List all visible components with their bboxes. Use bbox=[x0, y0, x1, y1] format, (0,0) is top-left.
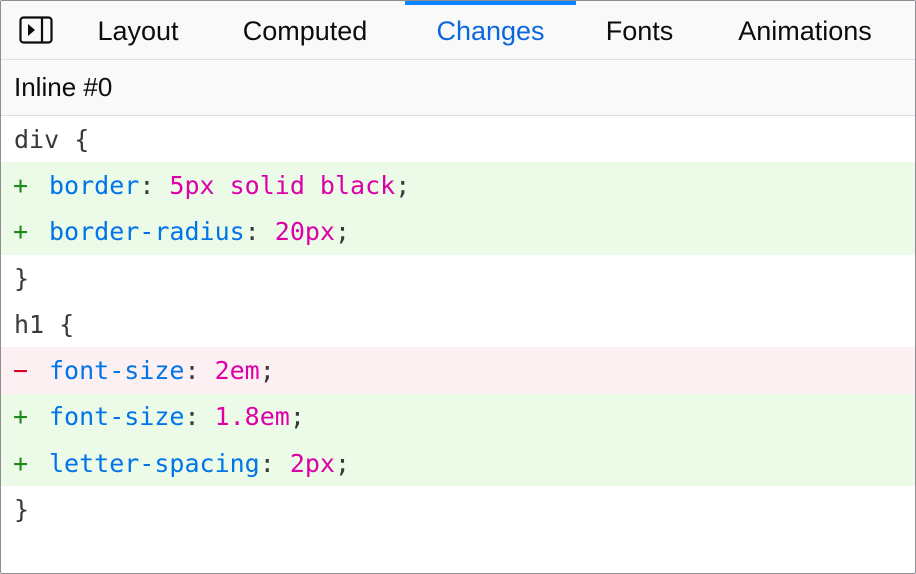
diff-line-removed: − font-size: 2em; bbox=[1, 347, 915, 394]
diff-line-added: + font-size: 1.8em; bbox=[1, 393, 915, 441]
declaration-property: border bbox=[49, 170, 140, 200]
declaration-value: 2px bbox=[289, 448, 335, 478]
source-header[interactable]: Inline #0 bbox=[1, 60, 915, 116]
declaration-semicolon: ; bbox=[335, 217, 351, 247]
rule-close-brace: } bbox=[14, 495, 30, 525]
tab-animations[interactable]: Animations bbox=[703, 1, 907, 59]
declaration-value: 20px bbox=[274, 217, 335, 247]
declaration-value: 1.8em bbox=[214, 402, 290, 432]
tab-computed[interactable]: Computed bbox=[205, 1, 405, 59]
tab-layout[interactable]: Layout bbox=[71, 1, 205, 59]
declaration-semicolon: ; bbox=[395, 170, 411, 200]
rule-selector: h1 { bbox=[14, 309, 75, 339]
sidebar-toggle-icon bbox=[19, 16, 53, 44]
declaration-property: font-size bbox=[49, 402, 185, 432]
tab-changes[interactable]: Changes bbox=[405, 1, 576, 59]
diff-marker: + bbox=[13, 402, 29, 432]
tab-fonts[interactable]: Fonts bbox=[576, 1, 703, 59]
rule-close-brace: } bbox=[14, 263, 30, 293]
declaration-colon: : bbox=[259, 448, 290, 478]
sidebar-tab-bar: Layout Computed Changes Fonts Animations bbox=[1, 1, 915, 60]
declaration-semicolon: ; bbox=[259, 356, 275, 386]
rule-selector: div { bbox=[14, 124, 90, 154]
changes-panel: Layout Computed Changes Fonts Animations… bbox=[0, 0, 916, 574]
changes-diff: div { + border: 5px solid black; + border-… bbox=[1, 116, 915, 533]
declaration-semicolon: ; bbox=[289, 402, 305, 432]
sidebar-toggle-button[interactable] bbox=[1, 1, 71, 59]
declaration-colon: : bbox=[184, 402, 215, 432]
declaration-value: 2em bbox=[214, 356, 260, 386]
declaration-property: letter-spacing bbox=[49, 448, 260, 478]
declaration-colon: : bbox=[139, 170, 170, 200]
diff-marker: + bbox=[13, 448, 29, 478]
declaration-colon: : bbox=[244, 217, 275, 247]
diff-line-added: + border-radius: 20px; bbox=[1, 208, 915, 255]
declaration-property: border-radius bbox=[49, 217, 245, 247]
diff-marker: + bbox=[13, 217, 29, 247]
declaration-semicolon: ; bbox=[334, 448, 351, 478]
diff-marker: + bbox=[13, 170, 29, 200]
diff-line-added: + border: 5px solid black; bbox=[1, 162, 915, 209]
declaration-property: font-size bbox=[49, 356, 185, 386]
diff-line-added: + letter-spacing: 2px; bbox=[1, 440, 915, 487]
diff-marker: − bbox=[13, 356, 29, 386]
declaration-colon: : bbox=[184, 356, 215, 386]
tab-list: Layout Computed Changes Fonts Animations bbox=[71, 1, 907, 59]
declaration-value: 5px solid black bbox=[169, 170, 396, 200]
